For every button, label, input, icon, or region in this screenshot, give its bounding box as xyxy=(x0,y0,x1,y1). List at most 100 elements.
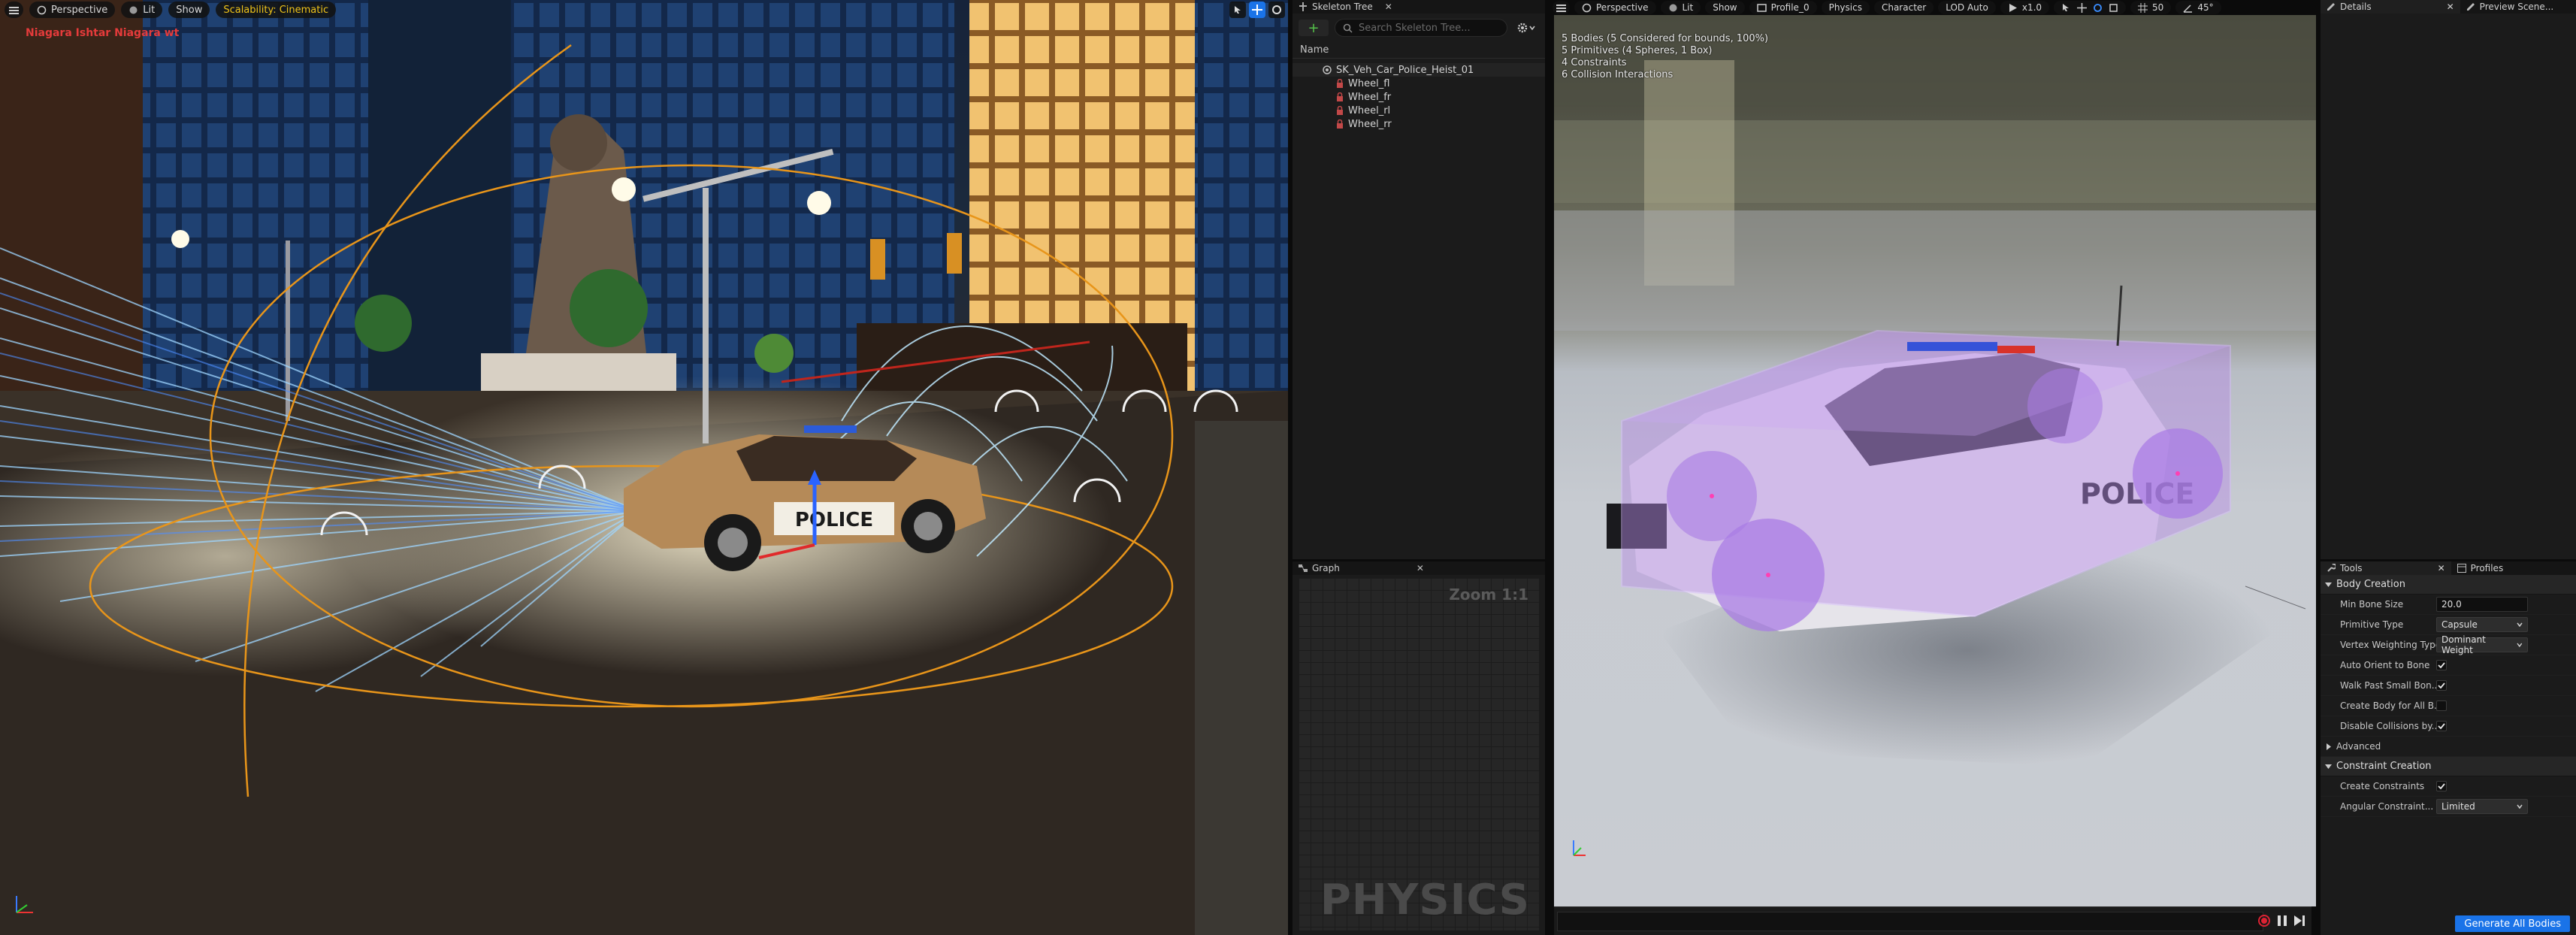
grid-snap-button[interactable]: 50 xyxy=(2130,1,2172,14)
character-label: Character xyxy=(1881,2,1927,13)
vertex-weighting-dropdown[interactable]: Dominant Weight xyxy=(2436,634,2528,655)
skeleton-search-input[interactable]: Search Skeleton Tree... xyxy=(1335,19,1507,37)
advanced-section[interactable]: Advanced xyxy=(2321,737,2576,757)
graph-tab[interactable]: Graph ✕ xyxy=(1293,561,1545,575)
niagara-warning: Niagara Ishtar Niagara wt xyxy=(26,27,180,39)
show-button[interactable]: Show xyxy=(1705,1,1745,14)
scalability-label: Scalability: Cinematic xyxy=(223,4,329,16)
vertex-weighting-row: Vertex Weighting Type Dominant Weight xyxy=(2321,634,2576,655)
check-icon xyxy=(2438,783,2445,790)
scene-render: POLICE xyxy=(0,0,1288,935)
check-icon xyxy=(2438,723,2445,730)
zoom-label: Zoom 1:1 xyxy=(1449,586,1528,604)
character-menu-button[interactable]: Character xyxy=(1873,1,1934,14)
skeleton-search-row: + Search Skeleton Tree... xyxy=(1293,14,1545,42)
scale-icon xyxy=(2109,3,2118,12)
timeline-track[interactable] xyxy=(1557,912,2263,931)
preview-scene-tab-label: Preview Scene... xyxy=(2479,2,2554,12)
auto-orient-checkbox[interactable] xyxy=(2436,660,2447,670)
angular-constraint-label: Angular Constraint... xyxy=(2340,801,2434,812)
lod-button[interactable]: LOD Auto xyxy=(1938,1,1996,14)
table-icon xyxy=(2457,564,2466,573)
close-icon[interactable]: ✕ xyxy=(1385,2,1392,12)
stat-line: 6 Collision Interactions xyxy=(1562,69,1673,80)
angular-constraint-row: Angular Constraint... Limited xyxy=(2321,797,2576,817)
primitive-type-dropdown[interactable]: Capsule xyxy=(2436,617,2528,632)
hamburger-icon xyxy=(1556,4,1566,12)
body-creation-label: Body Creation xyxy=(2336,579,2405,590)
scalability-button[interactable]: Scalability: Cinematic xyxy=(216,2,337,18)
transform-tools[interactable] xyxy=(2054,1,2127,14)
chevron-down-icon xyxy=(1529,26,1535,31)
rotate-icon xyxy=(2094,3,2102,12)
playback-controls xyxy=(2257,914,2305,927)
viewport-options-button[interactable] xyxy=(1553,1,1570,14)
physics-menu-button[interactable]: Physics xyxy=(1821,1,1870,14)
walk-past-checkbox[interactable] xyxy=(2436,680,2447,691)
perspective-button[interactable]: Perspective xyxy=(29,2,116,18)
play-speed-button[interactable]: x1.0 xyxy=(2000,1,2050,14)
show-button[interactable]: Show xyxy=(168,2,210,18)
tree-row-bone[interactable]: Wheel_fr xyxy=(1293,90,1545,104)
disable-collisions-checkbox[interactable] xyxy=(2436,721,2447,731)
viewport-toolbar: Perspective Lit Show Scalability: Cinema… xyxy=(0,0,1288,20)
graph-canvas[interactable]: Zoom 1:1 PHYSICS xyxy=(1299,578,1539,930)
lock-icon xyxy=(1337,120,1343,129)
lit-button[interactable]: Lit xyxy=(1660,1,1701,14)
skeleton-tree-tab[interactable]: Skeleton Tree ✕ xyxy=(1293,0,1545,14)
move-icon xyxy=(2077,2,2088,13)
add-button[interactable]: + xyxy=(1299,20,1329,36)
tab-preview-scene[interactable]: Preview Scene... xyxy=(2460,0,2560,14)
preview-scene[interactable]: POLICE 5 Bodies (5 Considered for bounds… xyxy=(1554,15,2316,906)
name-column-header[interactable]: Name xyxy=(1293,42,1545,59)
skeleton-root-icon xyxy=(1323,65,1332,74)
close-icon[interactable]: ✕ xyxy=(1416,563,1424,573)
physics-asset-viewport[interactable]: POLICE 5 Bodies (5 Considered for bounds… xyxy=(1545,0,2316,935)
grid-icon xyxy=(2138,2,2148,13)
viewport-options-button[interactable] xyxy=(5,2,23,18)
bone-icon xyxy=(1299,2,1307,11)
tree-row-bone[interactable]: Wheel_rr xyxy=(1293,117,1545,131)
car-police-text: POLICE xyxy=(795,509,873,531)
lit-sphere-icon xyxy=(1669,4,1677,11)
angular-constraint-dropdown[interactable]: Limited xyxy=(2436,799,2528,814)
rotate-tool[interactable] xyxy=(1268,2,1285,18)
angle-snap-button[interactable]: 45° xyxy=(2175,1,2221,14)
min-bone-size-input[interactable]: 20.0 xyxy=(2436,597,2528,612)
generate-all-bodies-button[interactable]: Generate All Bodies xyxy=(2455,915,2570,932)
step-forward-icon[interactable] xyxy=(2293,915,2305,927)
tab-details[interactable]: Details ✕ xyxy=(2321,0,2460,14)
lit-button[interactable]: Lit xyxy=(121,2,163,18)
record-icon[interactable] xyxy=(2257,914,2271,927)
translate-tool[interactable] xyxy=(1249,2,1265,18)
details-panel: Details ✕ Preview Scene... xyxy=(2316,0,2576,559)
body-creation-section[interactable]: Body Creation xyxy=(2321,575,2576,595)
perspective-button[interactable]: Perspective xyxy=(1574,1,1656,14)
close-icon[interactable]: ✕ xyxy=(2447,2,2454,12)
pause-icon[interactable] xyxy=(2277,915,2287,927)
pencil-icon xyxy=(2466,3,2475,11)
perspective-label: Perspective xyxy=(1596,2,1649,13)
create-body-checkbox[interactable] xyxy=(2436,700,2447,711)
bone-label: Wheel_fl xyxy=(1348,77,1390,89)
tab-tools[interactable]: Tools ✕ xyxy=(2321,561,2451,575)
details-tab-label: Details xyxy=(2340,2,2372,12)
profile-button[interactable]: Profile_0 xyxy=(1749,1,1817,14)
tab-profiles[interactable]: Profiles xyxy=(2451,561,2510,575)
auto-orient-row: Auto Orient to Bone xyxy=(2321,655,2576,676)
create-constraints-checkbox[interactable] xyxy=(2436,781,2447,791)
level-viewport[interactable]: POLICE Perspective Lit Show Scalability:… xyxy=(0,0,1288,935)
search-icon xyxy=(1343,23,1353,33)
create-constraints-row: Create Constraints xyxy=(2321,776,2576,797)
search-placeholder: Search Skeleton Tree... xyxy=(1359,22,1471,34)
tree-row-bone[interactable]: Wheel_rl xyxy=(1293,104,1545,117)
chevron-down-icon xyxy=(2325,582,2332,587)
settings-button[interactable] xyxy=(1513,20,1539,36)
disable-collisions-label: Disable Collisions by... xyxy=(2340,721,2436,731)
tree-row-bone[interactable]: Wheel_fl xyxy=(1293,77,1545,90)
name-column-label: Name xyxy=(1300,44,1329,56)
constraint-creation-section[interactable]: Constraint Creation xyxy=(2321,757,2576,776)
select-tool[interactable] xyxy=(1229,2,1246,18)
tree-row-root[interactable]: SK_Veh_Car_Police_Heist_01 xyxy=(1293,63,1545,77)
close-icon[interactable]: ✕ xyxy=(2438,563,2445,573)
